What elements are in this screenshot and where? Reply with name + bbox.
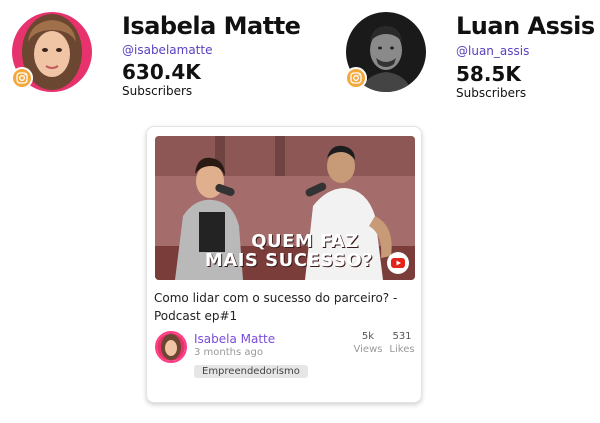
- thumbnail-text-line1: QUEM FAZ: [251, 231, 359, 252]
- author-name[interactable]: Isabela Matte: [194, 332, 275, 346]
- instagram-icon: [345, 67, 367, 89]
- profile-name[interactable]: Isabela Matte: [122, 12, 301, 40]
- post-time: 3 months ago: [194, 347, 263, 358]
- profile-avatar-wrap: [11, 12, 92, 92]
- thumbnail-text-line2: MAIS SUCESSO?: [204, 250, 374, 271]
- profile-name[interactable]: Luan Assis: [456, 12, 595, 40]
- likes-label: Likes: [389, 344, 415, 355]
- views-stat: 5k Views: [351, 331, 385, 355]
- subscribers-label: Subscribers: [122, 84, 193, 98]
- views-label: Views: [353, 344, 383, 355]
- video-thumbnail[interactable]: QUEM FAZ MAIS SUCESSO?: [155, 136, 415, 280]
- video-title[interactable]: Como lidar com o sucesso do parceiro? - …: [154, 289, 414, 325]
- likes-stat: 531 Likes: [385, 331, 419, 355]
- author-avatar[interactable]: [155, 331, 187, 363]
- profile-avatar-wrap: [345, 12, 426, 92]
- profile-handle[interactable]: @isabelamatte: [122, 43, 212, 57]
- subscriber-count: 630.4K: [122, 60, 201, 84]
- likes-count: 531: [392, 331, 412, 342]
- video-card[interactable]: QUEM FAZ MAIS SUCESSO? Como lidar com o …: [146, 126, 422, 403]
- subscriber-count: 58.5K: [456, 62, 521, 86]
- category-tag[interactable]: Empreendedorismo: [194, 365, 308, 378]
- views-count: 5k: [361, 331, 375, 342]
- subscribers-label: Subscribers: [456, 86, 527, 100]
- profile-handle[interactable]: @luan_assis: [456, 44, 529, 58]
- instagram-icon: [11, 67, 33, 89]
- youtube-icon: [387, 252, 409, 274]
